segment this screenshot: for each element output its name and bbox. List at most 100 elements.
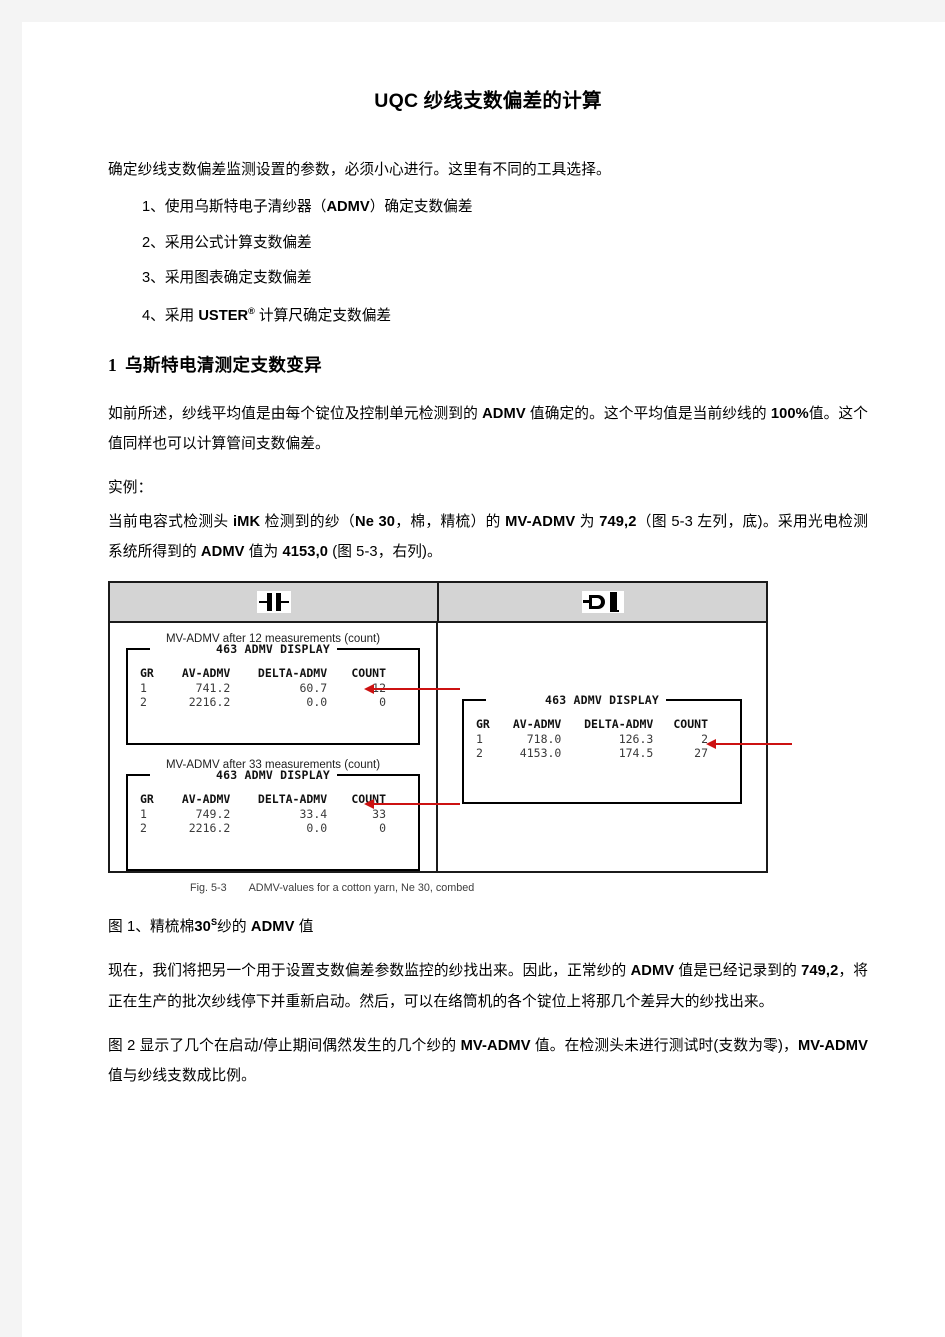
list-item-text-before: 采用 bbox=[164, 307, 199, 324]
page-title-latin: UQC bbox=[374, 90, 419, 112]
section-heading: 1 乌斯特电清测定支数变异 bbox=[108, 352, 868, 377]
page-title-cn: 纱线支数偏差的计算 bbox=[423, 91, 602, 112]
example-c: ，棉，精梳）的 bbox=[395, 514, 506, 531]
para3-c: 值与纱线支数成比例。 bbox=[108, 1067, 256, 1084]
list-item-text-before: 使用乌斯特电子清纱器（ bbox=[164, 199, 327, 216]
list-item-text-before: 采用图表确定支数偏差 bbox=[164, 270, 312, 287]
list-item-number: 4、 bbox=[142, 307, 165, 324]
para2-value: 749,2 bbox=[801, 963, 839, 980]
capacitive-sensor-icon bbox=[256, 591, 291, 614]
para3-a: 图 2 显示了几个在启动/停止期间偶然发生的几个纱的 bbox=[108, 1037, 461, 1054]
table-row: 2 2216.2 0.0 0 bbox=[134, 821, 412, 835]
cell-av-admv: 4153.0 bbox=[519, 745, 562, 760]
col-av-admv: AV-ADMV bbox=[512, 716, 562, 731]
tool-options-list: 1、使用乌斯特电子清纱器（ADMV）确定支数偏差 2、采用公式计算支数偏差 3、… bbox=[108, 199, 868, 325]
figure-note-b: 纱的 bbox=[217, 919, 251, 936]
para2-a: 现在，我们将把另一个用于设置支数偏差参数监控的纱找出来。因此，正常纱的 bbox=[108, 963, 631, 980]
col-count: COUNT bbox=[673, 716, 708, 731]
intro-paragraph: 确定纱线支数偏差监测设置的参数，必须小心进行。这里有不同的工具选择。 bbox=[108, 162, 611, 178]
example-imk: iMK bbox=[232, 514, 261, 531]
page-content: UQC 纱线支数偏差的计算 确定纱线支数偏差监测设置的参数，必须小心进行。这里有… bbox=[108, 84, 868, 1105]
paragraph-figure2-ref: 图 2 显示了几个在启动/停止期间偶然发生的几个纱的 MV-ADMV 值。在检测… bbox=[108, 1031, 868, 1091]
box-top-rule bbox=[464, 698, 740, 701]
para1-a: 如前所述，纱线平均值是由每个锭位及控制单元检测到的 bbox=[108, 405, 483, 422]
example-label: 实例： bbox=[108, 479, 153, 496]
example-mvadmv: MV-ADMV bbox=[505, 514, 576, 531]
para3-mvadmv: MV-ADMV bbox=[460, 1037, 531, 1054]
cell-gr: 2 bbox=[140, 821, 147, 836]
para3-b: 值。在检测头未进行测试时(支数为零)， bbox=[530, 1037, 798, 1054]
example-ne: Ne 30 bbox=[355, 514, 395, 531]
cell-gr: 2 bbox=[140, 695, 147, 710]
para2-admv: ADMV bbox=[630, 963, 675, 980]
cell-count: 0 bbox=[379, 821, 386, 836]
list-item: 4、采用 USTER® 计算尺确定支数偏差 bbox=[142, 306, 868, 326]
figure-note-c: 值 bbox=[294, 919, 314, 936]
figure-frame: MV-ADMV after 12 measurements (count) 46… bbox=[108, 581, 792, 874]
arrow-head bbox=[706, 738, 716, 749]
figure-note: 图 1、精梳棉30S纱的 ADMV 值 bbox=[108, 912, 868, 942]
col-count: COUNT bbox=[351, 666, 386, 681]
figure-panel-optical: 463 ADMV DISPLAY GR AV-ADMV DELTA-ADMV C… bbox=[438, 623, 792, 871]
cell-av-admv: 749.2 bbox=[195, 807, 231, 822]
paragraph-admv-average: 如前所述，纱线平均值是由每个锭位及控制单元检测到的 ADMV 值确定的。这个平均… bbox=[108, 399, 868, 459]
figure-body: MV-ADMV after 12 measurements (count) 46… bbox=[110, 623, 792, 872]
example-g: (图 5-3，右列)。 bbox=[328, 544, 442, 561]
page-title: UQC 纱线支数偏差的计算 bbox=[108, 84, 868, 113]
cell-gr: 1 bbox=[140, 807, 147, 822]
arrow-shaft bbox=[716, 742, 792, 745]
col-gr: GR bbox=[140, 666, 154, 681]
cell-gr: 1 bbox=[476, 731, 483, 746]
cell-count: 0 bbox=[379, 695, 386, 710]
example-admv: ADMV bbox=[200, 544, 245, 561]
figure-note-admv: ADMV bbox=[250, 919, 295, 936]
table-row: 1 718.0 126.3 2 bbox=[470, 732, 734, 746]
cell-delta-admv: 0.0 bbox=[306, 695, 328, 710]
measurement-caption: MV-ADMV after 33 measurements (count) bbox=[165, 759, 381, 772]
example-paragraph: 当前电容式检测头 iMK 检测到的纱（Ne 30，棉，精梳）的 MV-ADMV … bbox=[108, 507, 868, 567]
col-delta-admv: DELTA-ADMV bbox=[584, 716, 654, 731]
arrow-head bbox=[364, 684, 374, 695]
table-header-row: GR AV-ADMV DELTA-ADMV COUNT bbox=[470, 717, 734, 732]
figure-caption: Fig. 5-3 ADMV-values for a cotton yarn, N… bbox=[108, 882, 868, 894]
list-item-text-before: 采用公式计算支数偏差 bbox=[164, 234, 312, 251]
cell-av-admv: 2216.2 bbox=[188, 821, 231, 836]
table-row: 2 2216.2 0.0 0 bbox=[134, 695, 412, 709]
optical-sensor-icon bbox=[581, 591, 624, 614]
para3-mvadmv-2: MV-ADMV bbox=[797, 1037, 868, 1054]
list-item-number: 2、 bbox=[142, 234, 165, 251]
admv-display-box: 463 ADMV DISPLAY GR AV-ADMV DELTA-ADMV C… bbox=[126, 768, 460, 872]
example-d: 为 bbox=[575, 514, 600, 531]
figure-caption-text: ADMV-values for a cotton yarn, Ne 30, co… bbox=[248, 882, 475, 895]
list-item: 1、使用乌斯特电子清纱器（ADMV）确定支数偏差 bbox=[142, 199, 868, 217]
admv-display-box: 463 ADMV DISPLAY GR AV-ADMV DELTA-ADMV C… bbox=[462, 692, 792, 804]
list-item-text-after: 计算尺确定支数偏差 bbox=[254, 307, 392, 324]
admv-display-box: 463 ADMV DISPLAY GR AV-ADMV DELTA-ADMV C… bbox=[126, 642, 460, 746]
cell-delta-admv: 60.7 bbox=[299, 681, 328, 696]
cell-delta-admv: 174.5 bbox=[618, 745, 654, 760]
col-av-admv: AV-ADMV bbox=[181, 666, 231, 681]
para2-b: 值是已经记录到的 bbox=[674, 963, 802, 980]
col-delta-admv: DELTA-ADMV bbox=[257, 792, 328, 807]
cell-delta-admv: 33.4 bbox=[299, 807, 328, 822]
cell-av-admv: 741.2 bbox=[195, 681, 231, 696]
figure-5-3: MV-ADMV after 12 measurements (count) 46… bbox=[108, 581, 868, 894]
example-b: 检测到的纱（ bbox=[260, 514, 356, 531]
cell-gr: 1 bbox=[140, 681, 147, 696]
figure-caption-id: Fig. 5-3 bbox=[190, 882, 227, 895]
col-gr: GR bbox=[476, 716, 490, 731]
list-item: 2、采用公式计算支数偏差 bbox=[142, 235, 868, 253]
cell-count: 33 bbox=[372, 807, 386, 822]
section-number: 1 bbox=[108, 354, 118, 375]
box-top-rule bbox=[128, 648, 418, 651]
table-row: 1 749.2 33.4 33 bbox=[134, 807, 412, 821]
example-f: 值为 bbox=[244, 544, 283, 561]
table-header-row: GR AV-ADMV DELTA-ADMV COUNT bbox=[134, 666, 412, 681]
figure-note-count: 30 bbox=[194, 919, 211, 936]
list-item-bold: ADMV bbox=[326, 199, 370, 216]
example-a: 当前电容式检测头 bbox=[108, 514, 233, 531]
figure-header-left bbox=[110, 583, 439, 622]
list-item-number: 1、 bbox=[142, 199, 165, 216]
col-gr: GR bbox=[140, 792, 154, 807]
para1-c: 值确定的。这个平均值是当前纱线的 bbox=[525, 405, 771, 422]
